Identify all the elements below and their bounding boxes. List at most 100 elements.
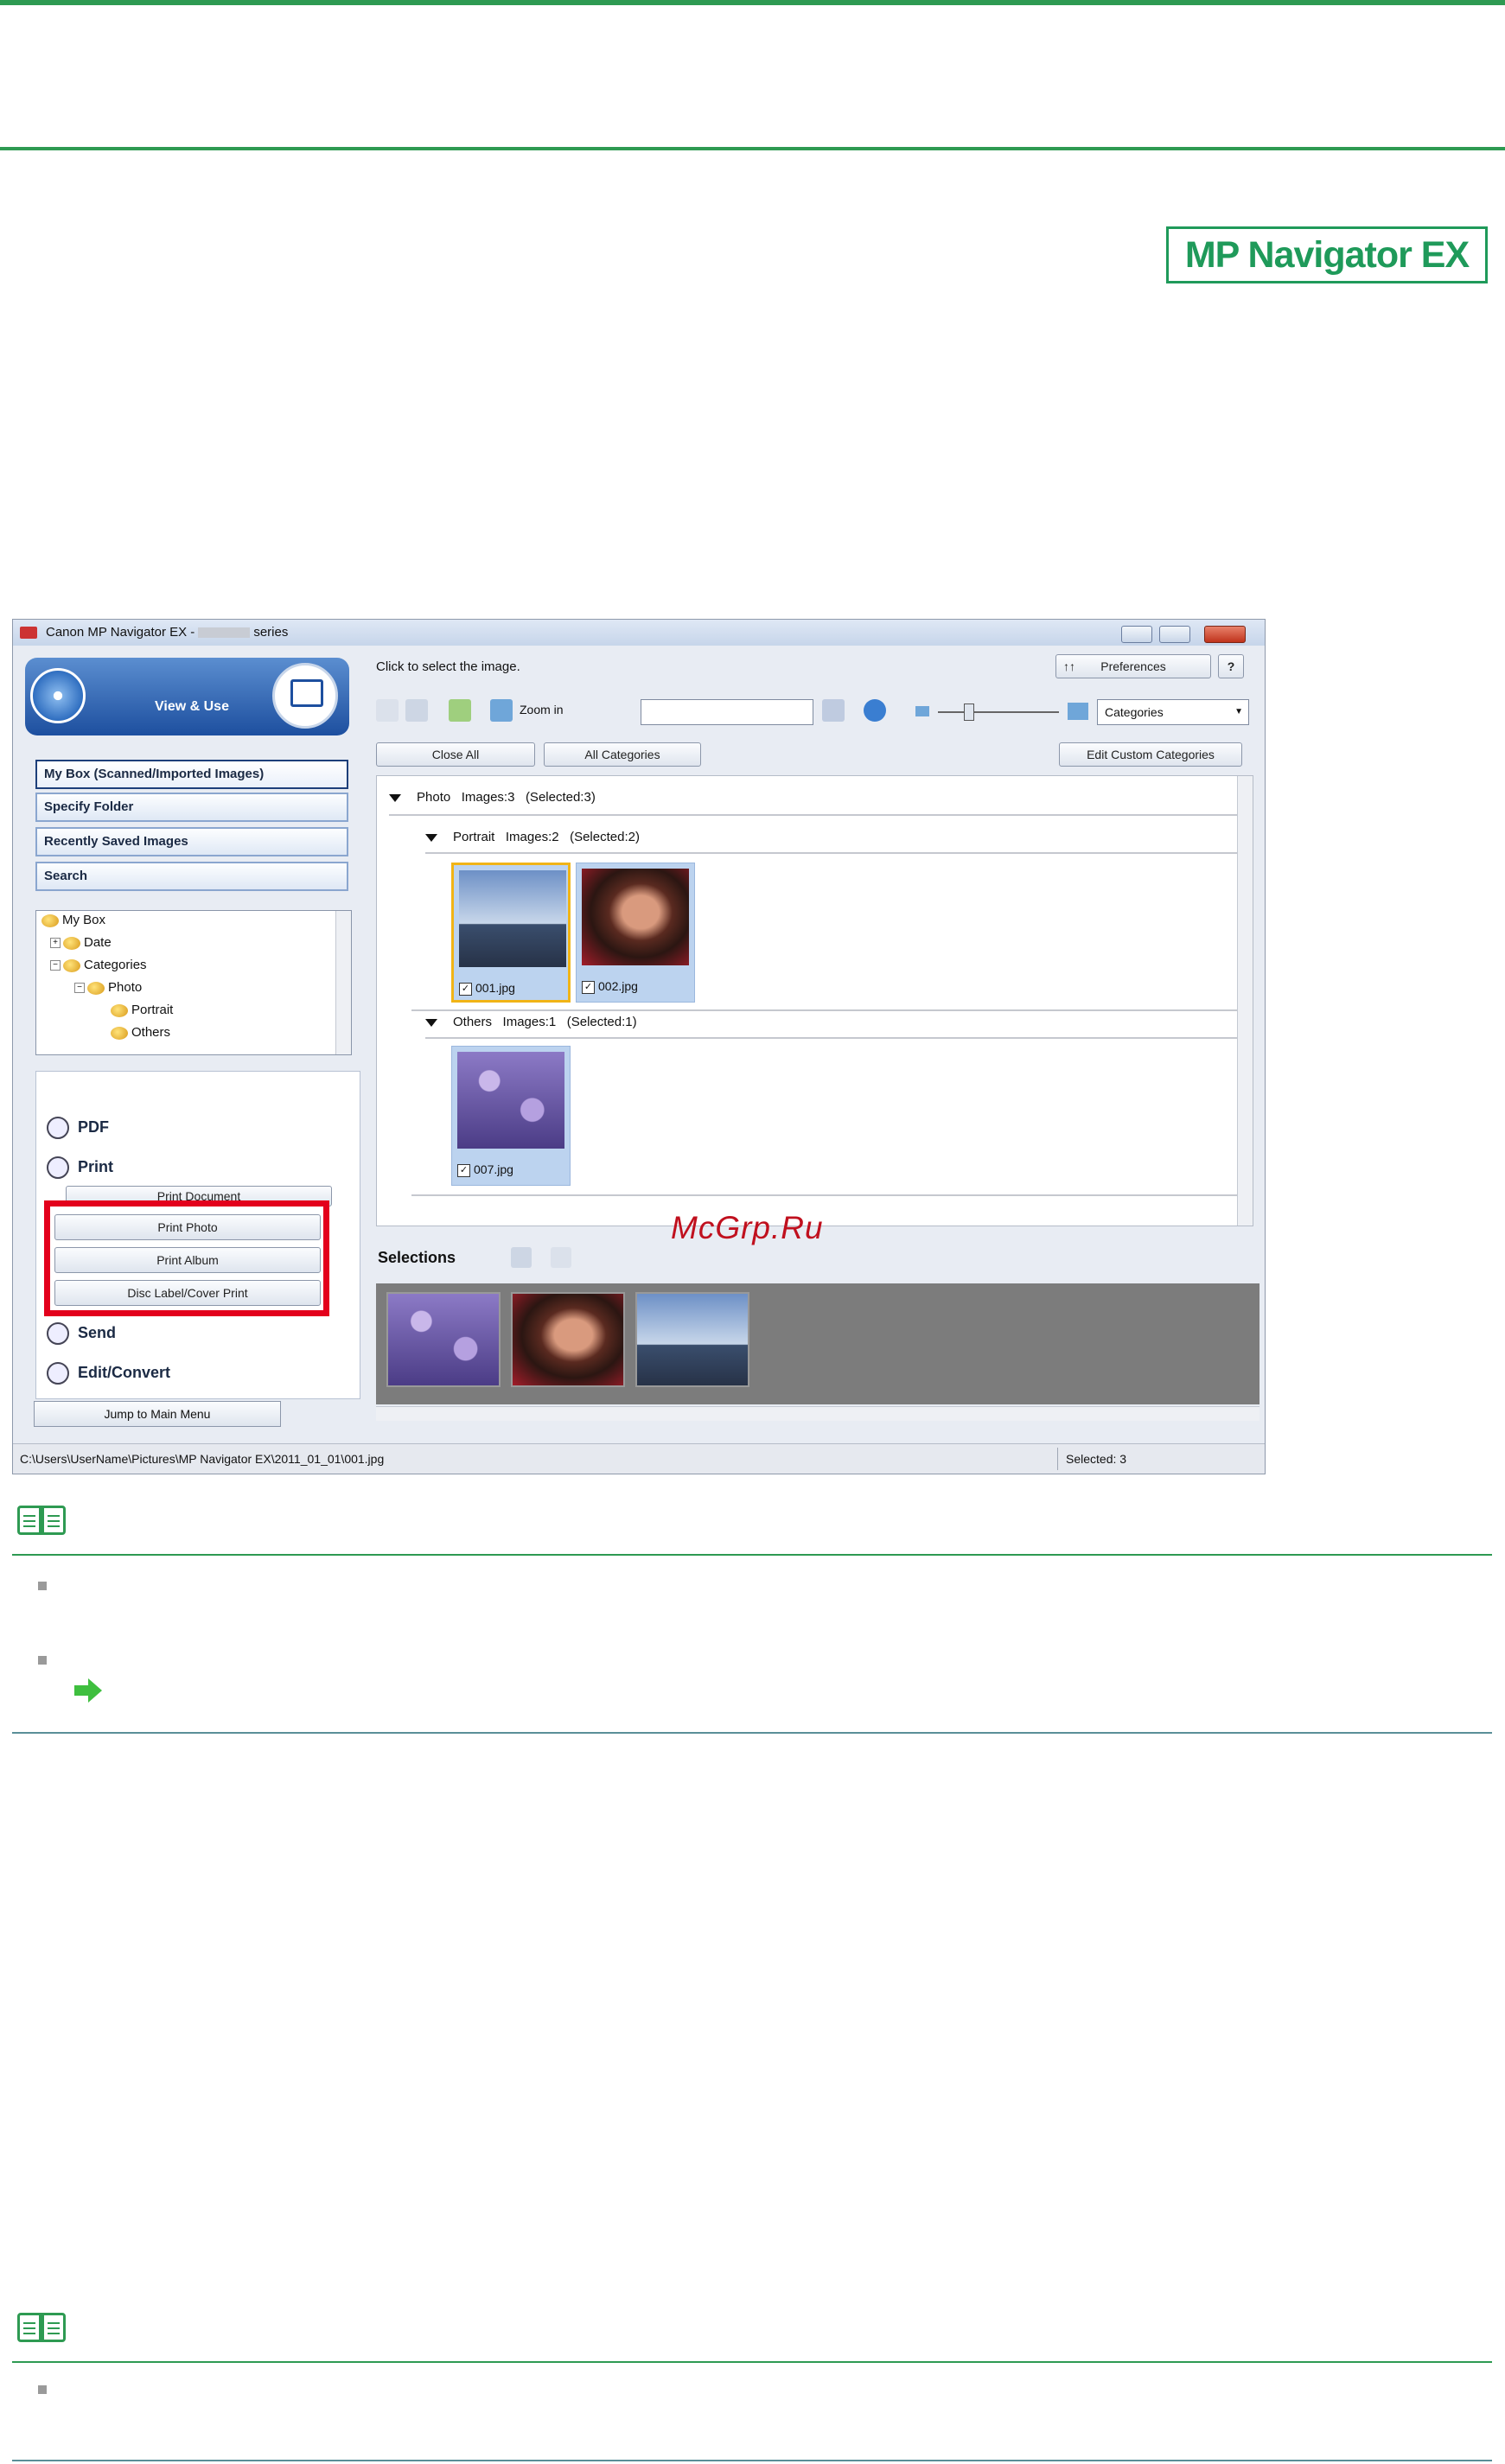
folder-icon: [111, 1026, 128, 1040]
zoom-in-icon[interactable]: [490, 699, 513, 722]
collapse-triangle-icon[interactable]: [389, 793, 401, 802]
thumb-filename: 002.jpg: [598, 979, 638, 993]
thumb-caption: ✓ 007.jpg: [457, 1162, 513, 1177]
tree-node-my-box[interactable]: My Box: [41, 913, 105, 927]
category-select[interactable]: Categories ▼: [1097, 699, 1249, 725]
photo-image: [457, 1052, 564, 1149]
view-use-title: View & Use: [155, 699, 229, 714]
group-portrait[interactable]: Portrait Images:2 (Selected:2): [425, 830, 640, 844]
group-count: Images:3: [461, 790, 515, 805]
preferences-button[interactable]: ↑↑ Preferences: [1055, 654, 1211, 678]
thumbnail-002[interactable]: ✓ 002.jpg: [576, 863, 695, 1003]
section-label: Print: [78, 1157, 114, 1175]
bullet: [38, 1656, 47, 1665]
masked-model-name: [198, 627, 251, 639]
section-label: PDF: [78, 1117, 109, 1136]
selection-thumb[interactable]: [635, 1292, 749, 1387]
all-categories-button[interactable]: All Categories: [544, 742, 701, 767]
nav-search[interactable]: Search: [35, 862, 348, 891]
group-name: Others: [453, 1015, 493, 1029]
thumb-caption: ✓ 002.jpg: [582, 979, 638, 994]
group-others[interactable]: Others Images:1 (Selected:1): [425, 1015, 637, 1029]
edit-icon[interactable]: [449, 699, 471, 722]
refresh-icon[interactable]: [864, 699, 886, 722]
search-input[interactable]: [641, 699, 813, 725]
product-logo: MP Navigator EX: [1166, 226, 1488, 283]
section-label: Edit/Convert: [78, 1363, 171, 1381]
preferences-label: Preferences: [1100, 659, 1166, 673]
status-selected: Selected: 3: [1066, 1452, 1127, 1466]
image-area[interactable]: Photo Images:3 (Selected:3) Portrait Ima…: [376, 775, 1253, 1226]
group-photo[interactable]: Photo Images:3 (Selected:3): [389, 790, 596, 805]
small-image-icon: [915, 706, 929, 716]
window-title: Canon MP Navigator EX - series: [46, 625, 288, 640]
image-area-scrollbar[interactable]: [1237, 776, 1253, 1226]
jump-to-main-menu-button[interactable]: Jump to Main Menu: [34, 1401, 281, 1427]
collapse-triangle-icon[interactable]: [425, 1018, 437, 1027]
section-send[interactable]: Send: [47, 1322, 116, 1345]
folder-icon: [111, 1003, 128, 1017]
window-title-prefix: Canon MP Navigator EX -: [46, 625, 195, 640]
folder-tree[interactable]: My Box + Date − Categories − Photo Portrait…: [35, 910, 352, 1055]
group-name: Portrait: [453, 830, 495, 844]
status-divider: [1057, 1448, 1058, 1470]
search-icon[interactable]: [822, 699, 845, 722]
selection-thumb[interactable]: [511, 1292, 625, 1387]
expand-icon[interactable]: +: [50, 938, 61, 949]
nav-specify-folder[interactable]: Specify Folder: [35, 793, 348, 822]
collapse-icon[interactable]: −: [74, 983, 85, 994]
section-print[interactable]: Print: [47, 1156, 113, 1179]
grid-large-icon[interactable]: [376, 699, 399, 722]
tree-scrollbar[interactable]: [335, 911, 351, 1054]
photo-image: [459, 870, 566, 967]
collapse-icon[interactable]: −: [50, 960, 61, 971]
group-divider: [389, 814, 1245, 816]
folder-icon: [41, 914, 59, 927]
horizontal-scrollbar[interactable]: [376, 1406, 1259, 1421]
bullet: [38, 1582, 47, 1590]
group-name: Photo: [417, 790, 451, 805]
note-bottom-rule: [12, 2460, 1492, 2461]
selections-grid-icon[interactable]: [511, 1247, 532, 1268]
selections-area[interactable]: [376, 1283, 1259, 1404]
thumbnail-size-slider[interactable]: [938, 704, 1059, 721]
collapse-triangle-icon[interactable]: [425, 833, 437, 842]
tree-node-portrait[interactable]: Portrait: [111, 1003, 173, 1017]
watermark: McGrp.Ru: [671, 1210, 824, 1245]
help-button[interactable]: ?: [1218, 654, 1244, 678]
maximize-button[interactable]: [1159, 626, 1190, 643]
close-button[interactable]: [1204, 626, 1246, 643]
grid-small-icon[interactable]: [405, 699, 428, 722]
nav-recently-saved[interactable]: Recently Saved Images: [35, 827, 348, 856]
slider-thumb[interactable]: [964, 704, 974, 721]
note-page-left: [17, 2313, 41, 2342]
thumbnail-007[interactable]: ✓ 007.jpg: [451, 1046, 571, 1186]
group-selected: (Selected:3): [525, 790, 596, 805]
bullet: [38, 2385, 47, 2394]
tree-node-others[interactable]: Others: [111, 1025, 170, 1040]
close-all-button[interactable]: Close All: [376, 742, 535, 767]
section-pdf[interactable]: PDF: [47, 1117, 109, 1139]
note-bottom-rule: [12, 1732, 1492, 1734]
checkbox[interactable]: ✓: [457, 1163, 470, 1177]
tree-node-photo[interactable]: − Photo: [74, 980, 142, 995]
edit-custom-categories-button[interactable]: Edit Custom Categories: [1059, 742, 1242, 767]
photo-image: [582, 869, 689, 965]
checkbox[interactable]: ✓: [459, 982, 472, 996]
tree-node-date[interactable]: + Date: [50, 935, 112, 950]
chevron-down-icon[interactable]: ▼: [1234, 700, 1243, 724]
note-page-left: [17, 1506, 41, 1535]
nav-my-box[interactable]: My Box (Scanned/Imported Images): [35, 760, 348, 789]
checkbox[interactable]: ✓: [582, 980, 595, 994]
selection-thumb[interactable]: [386, 1292, 501, 1387]
section-edit-convert[interactable]: Edit/Convert: [47, 1362, 170, 1385]
window-title-suffix: series: [253, 625, 289, 640]
minimize-button[interactable]: [1121, 626, 1152, 643]
thumbnail-001[interactable]: ✓ 001.jpg: [451, 863, 571, 1003]
group-count: Images:1: [502, 1015, 557, 1029]
selections-single-icon[interactable]: [551, 1247, 571, 1268]
tree-node-categories[interactable]: − Categories: [50, 958, 147, 972]
zoom-in-label[interactable]: Zoom in: [520, 703, 564, 716]
app-icon: [20, 627, 37, 639]
selections-label: Selections: [378, 1249, 456, 1266]
